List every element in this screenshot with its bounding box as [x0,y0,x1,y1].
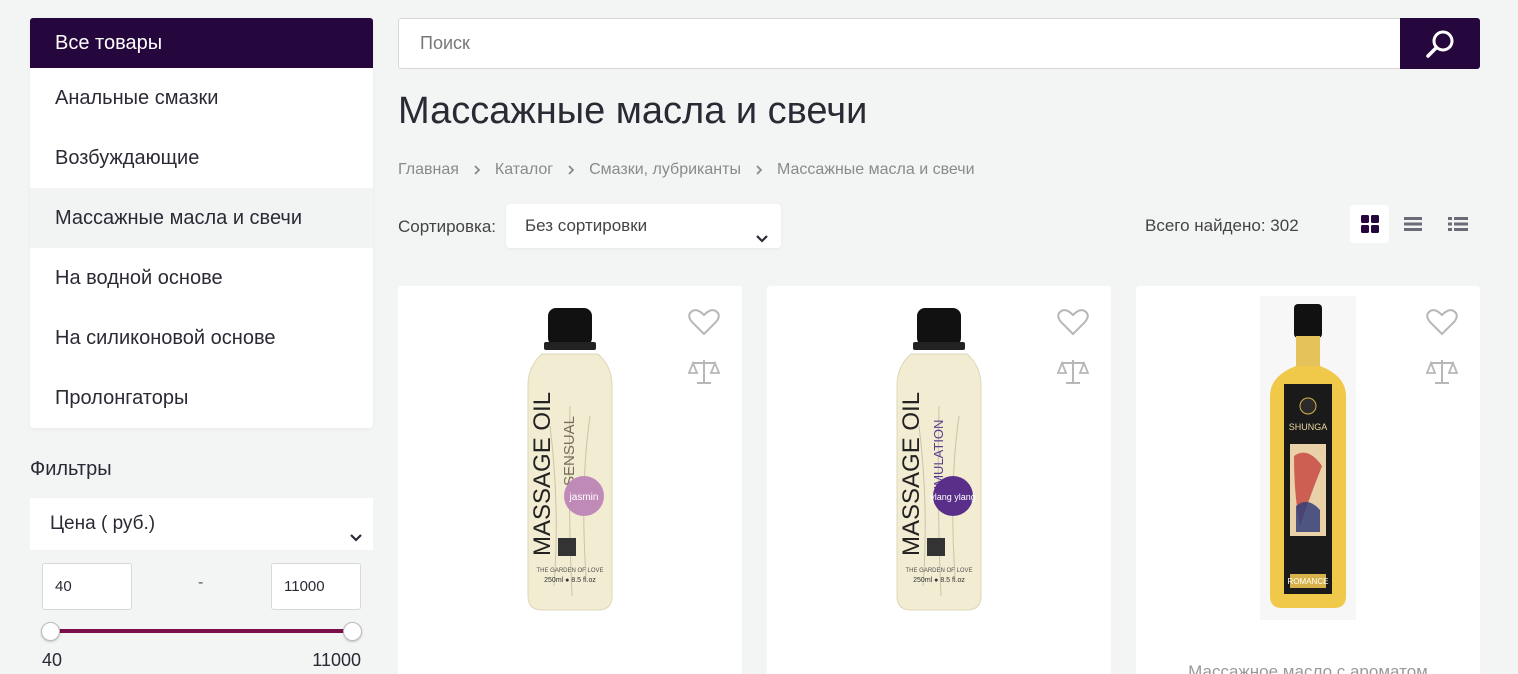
price-slider-max-handle[interactable] [343,622,362,641]
product-variant-text: ROMANCE [1288,577,1329,586]
product-maker-text: THE GARDEN OF LOVE [905,568,972,574]
category-item-water-based[interactable]: На водной основе [30,248,373,308]
product-variant-text: SENSUAL [561,416,578,486]
category-item-arousing[interactable]: Возбуждающие [30,128,373,188]
list-view-icon [1403,217,1422,231]
grid-view-icon [1360,215,1379,233]
chevron-right-icon [567,164,575,176]
category-item-silicone-based[interactable]: На силиконовой основе [30,308,373,368]
product-volume-text: 250ml ● 8.5 fl.oz [913,577,965,584]
product-image[interactable]: SHUNGA ROMANCE [1260,296,1356,620]
product-brand-text: MASSAGE OIL [898,392,925,556]
category-item-anal[interactable]: Анальные смазки [30,68,373,128]
product-title[interactable]: Массажное масло с ароматом [1136,662,1480,674]
heart-icon[interactable] [688,308,720,341]
compare-scales-icon[interactable] [1425,358,1459,391]
product-brand-text: SHUNGA [1289,422,1328,432]
price-slider-min-handle[interactable] [41,622,60,641]
chevron-down-icon [349,514,363,566]
price-filter-label: Цена ( руб.) [50,513,156,534]
breadcrumb-lubricants[interactable]: Смазки, лубриканты [589,161,741,179]
price-range-dash: - [198,574,204,591]
chevron-down-icon [755,219,769,263]
compare-scales-icon[interactable] [1056,358,1090,391]
product-card[interactable]: MASSAGE OIL SENSUAL jasmin THE GARDEN OF… [398,286,742,674]
breadcrumb-home[interactable]: Главная [398,161,459,179]
product-image[interactable]: MASSAGE OIL STIMULATION ylang ylang THE … [889,306,989,616]
list-view-button[interactable] [1393,205,1432,243]
category-item-prolongators[interactable]: Пролонгаторы [30,368,373,428]
heart-icon[interactable] [1057,308,1089,341]
sort-label: Сортировка: [398,217,497,236]
search-input[interactable]: Поиск [398,18,1400,69]
product-maker-text: THE GARDEN OF LOVE [536,568,603,574]
breadcrumb: Главная Каталог Смазки, лубриканты Масса… [398,161,975,179]
table-view-button[interactable] [1438,205,1477,243]
product-card[interactable]: MASSAGE OIL STIMULATION ylang ylang THE … [767,286,1111,674]
product-card[interactable]: SHUNGA ROMANCE Массажное масло с аромато… [1136,286,1480,674]
product-badge-text: jasmin [569,492,599,503]
sort-select[interactable]: Без сортировки [506,204,781,248]
table-view-icon [1447,217,1468,231]
breadcrumb-current: Массажные масла и свечи [776,161,975,178]
category-item-massage-oils[interactable]: Массажные масла и свечи [30,188,373,248]
heart-icon[interactable] [1426,308,1458,341]
search-bar: Поиск [398,18,1480,69]
compare-scales-icon[interactable] [687,358,721,391]
filters-title: Фильтры [30,458,112,480]
product-brand-text: MASSAGE OIL [529,392,556,556]
search-icon [1426,30,1454,58]
chevron-right-icon [755,164,763,176]
price-from-input[interactable]: 40 [42,563,132,610]
product-badge-text: ylang ylang [930,492,976,502]
sort-selected-value: Без сортировки [525,216,648,235]
category-menu-title[interactable]: Все товары [30,18,373,68]
results-count: Всего найдено: 302 [1145,216,1299,235]
price-min-label: 40 [42,650,63,670]
price-slider-track[interactable] [50,629,352,633]
price-max-label: 11000 [312,650,361,670]
price-filter: Цена ( руб.) 40 - 11000 40 11000 [30,498,373,674]
category-menu: Все товары Анальные смазки Возбуждающие … [30,18,373,428]
product-volume-text: 250ml ● 8.5 fl.oz [544,577,596,584]
breadcrumb-catalog[interactable]: Каталог [495,161,553,179]
chevron-right-icon [473,164,481,176]
product-image[interactable]: MASSAGE OIL SENSUAL jasmin THE GARDEN OF… [520,306,620,616]
price-filter-header[interactable]: Цена ( руб.) [30,498,373,550]
page-title: Массажные масла и свечи [398,90,868,132]
search-button[interactable] [1400,18,1480,69]
grid-view-button[interactable] [1350,205,1389,243]
price-to-input[interactable]: 11000 [271,563,361,610]
